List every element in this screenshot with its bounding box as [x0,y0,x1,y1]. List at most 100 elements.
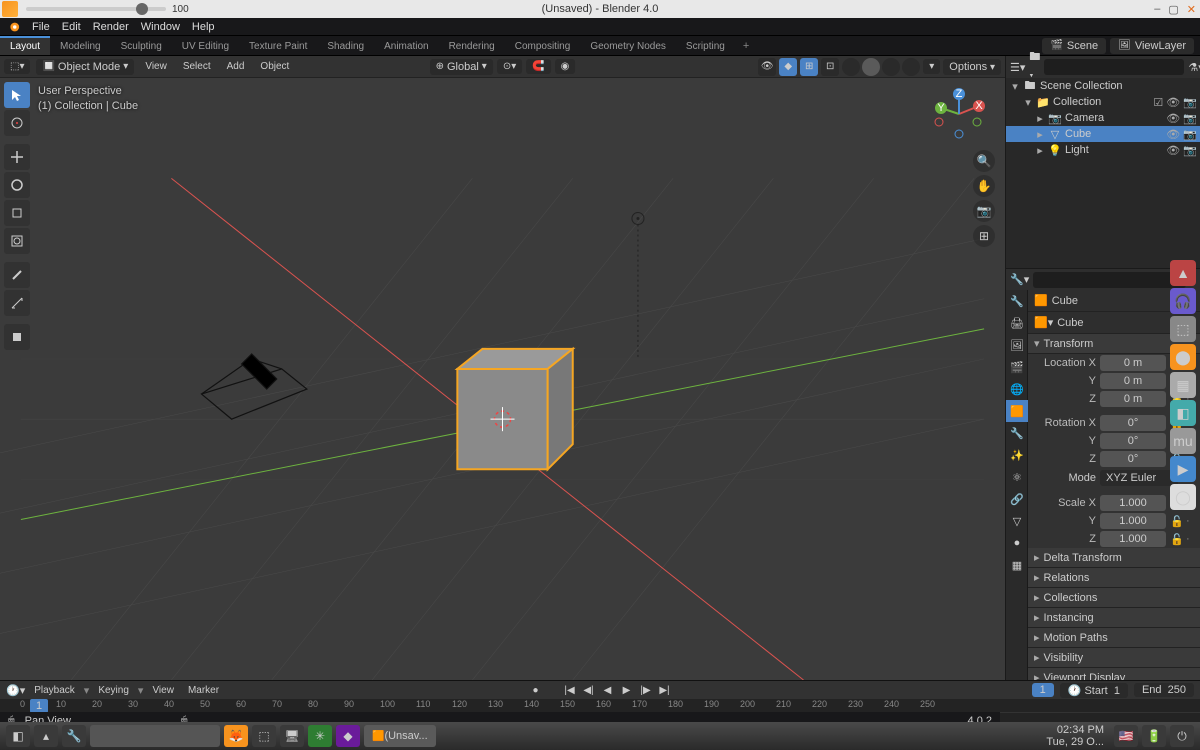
outliner-filter-icon[interactable]: ⚗▾ [1188,59,1200,75]
taskbar-flag-icon[interactable]: 🇺🇸 [1114,725,1138,747]
workspace-tab-rendering[interactable]: Rendering [439,38,505,55]
editor-type-selector[interactable]: ⬚▾ [4,59,30,74]
scene-selector[interactable]: 🎬 Scene [1042,38,1106,54]
rot-value-z[interactable]: 0° [1100,451,1166,467]
window-minimize-button[interactable]: – [1154,3,1160,16]
autokey-toggle[interactable]: ● [528,683,544,697]
workspace-tab-modeling[interactable]: Modeling [50,38,111,55]
dock-app-1[interactable]: ▲ [1170,260,1196,286]
tab-texture[interactable]: ▦ [1006,554,1028,576]
play-icon[interactable]: ▶ [619,683,635,697]
current-frame[interactable]: 1 [1032,683,1054,697]
outliner-search[interactable] [1044,59,1184,75]
timeline-menu-playback[interactable]: Playback [29,685,80,696]
workspace-tab-uv-editing[interactable]: UV Editing [172,38,239,55]
tool-cursor[interactable] [4,110,30,136]
shading-material[interactable] [882,58,900,76]
collection-toggles[interactable]: ☑ 👁 📷 [1150,96,1200,109]
viewport-canvas[interactable]: User Perspective (1) Collection | Cube X… [0,78,1005,680]
dock-app-5[interactable]: ▦ [1170,372,1196,398]
scale-value-x[interactable]: 1.000 [1100,495,1166,511]
outliner-editor-icon[interactable]: ☰▾ [1010,59,1025,75]
scale-value-y[interactable]: 1.000 [1100,513,1166,529]
taskbar-app3-icon[interactable]: ◆ [336,725,360,747]
dock-app-6[interactable]: ◧ [1170,400,1196,426]
add-workspace-button[interactable]: + [735,40,757,52]
nav-gizmo[interactable]: X Y Z [931,86,987,142]
proportional-edit-toggle[interactable]: ◉ [555,59,576,74]
window-close-button[interactable]: ✕ [1187,3,1196,16]
dock-blender-icon[interactable]: ⬤ [1170,344,1196,370]
properties-editor-icon[interactable]: 🔧▾ [1010,273,1029,286]
gizmo-toggle[interactable]: ◆ [779,58,797,76]
nav-zoom-icon[interactable]: 🔍 [973,150,995,172]
timeline-menu-view[interactable]: View [147,685,179,696]
workspace-tab-texture-paint[interactable]: Texture Paint [239,38,317,55]
panel-viewport-display[interactable]: ▸Viewport Display [1028,668,1200,680]
tab-render[interactable]: 🔧 [1006,290,1028,312]
taskbar-workspaces[interactable] [90,725,220,747]
workspace-tab-animation[interactable]: Animation [374,38,438,55]
taskbar-battery-icon[interactable]: 🔋 [1142,725,1166,747]
taskbar-clock[interactable]: 02:34 PM Tue, 29 O... [1046,724,1110,748]
taskbar-firefox-icon[interactable]: 🦊 [224,725,248,747]
tab-constraints[interactable]: 🔗 [1006,488,1028,510]
xray-toggle[interactable]: ⊡ [821,58,839,76]
viewlayer-selector[interactable]: 🖼 ViewLayer [1110,38,1194,54]
tab-material[interactable]: ● [1006,532,1028,554]
menu-render[interactable]: Render [87,21,135,33]
pivot-selector[interactable]: ⊙▾ [497,59,522,74]
loc-value-y[interactable]: 0 m [1100,373,1166,389]
taskbar-app-icon[interactable]: ⬚ [252,725,276,747]
jump-start-icon[interactable]: |◀ [562,683,578,697]
panel-visibility[interactable]: ▸Visibility [1028,648,1200,668]
timeline-menu-keying[interactable]: Keying [93,685,134,696]
tool-measure[interactable] [4,290,30,316]
panel-relations[interactable]: ▸Relations [1028,568,1200,588]
tab-viewlayer[interactable]: 🖼 [1006,334,1028,356]
tool-add-cube[interactable] [4,324,30,350]
outliner-item-light[interactable]: ▸💡Light👁 📷 [1006,142,1200,158]
outliner-collection[interactable]: ▾📁Collection☑ 👁 📷 [1006,94,1200,110]
tool-scale[interactable] [4,200,30,226]
workspace-tab-compositing[interactable]: Compositing [505,38,581,55]
nav-camera-icon[interactable]: 📷 [973,200,995,222]
snap-toggle[interactable]: 🧲 [526,59,550,74]
play-reverse-icon[interactable]: ◀ [600,683,616,697]
timeline-editor-icon[interactable]: 🕐▾ [6,684,25,697]
jump-end-icon[interactable]: ▶| [657,683,673,697]
panel-collections[interactable]: ▸Collections [1028,588,1200,608]
tab-particles[interactable]: ✨ [1006,444,1028,466]
workspace-tab-geometry-nodes[interactable]: Geometry Nodes [580,38,676,55]
lock-icon[interactable]: 🔓 [1170,515,1182,528]
workspace-tab-scripting[interactable]: Scripting [676,38,735,55]
dock-app-8[interactable]: ▶ [1170,456,1196,482]
tool-move[interactable] [4,144,30,170]
menu-window[interactable]: Window [135,21,186,33]
outliner-display-icon[interactable]: 🖿▾ [1029,59,1040,75]
loc-value-z[interactable]: 0 m [1100,391,1166,407]
taskbar-blender-window[interactable]: 🟧 (Unsav... [364,725,436,747]
taskbar-menu-icon[interactable]: ◧ [6,725,30,747]
nav-ortho-icon[interactable]: ⊞ [973,225,995,247]
taskbar-settings-icon[interactable]: 🔧 [62,725,86,747]
taskbar-power-icon[interactable]: ⏻ [1170,725,1194,747]
tool-transform[interactable] [4,228,30,254]
rot-value-y[interactable]: 0° [1100,433,1166,449]
workspace-tab-sculpting[interactable]: Sculpting [111,38,172,55]
tab-modifiers[interactable]: 🔧 [1006,422,1028,444]
taskbar-up-icon[interactable]: ▴ [34,725,58,747]
scale-value-z[interactable]: 1.000 [1100,531,1166,547]
keyframe-prev-icon[interactable]: ◀| [581,683,597,697]
taskbar-app2-icon[interactable]: ✳ [308,725,332,747]
orientation-selector[interactable]: ⊕ Global ▾ [430,59,493,75]
shading-options[interactable]: ▾ [923,59,940,74]
viewport-menu-object[interactable]: Object [255,61,294,72]
window-maximize-button[interactable]: ▢ [1168,3,1178,16]
viewport-menu-add[interactable]: Add [222,61,250,72]
rot-value-x[interactable]: 0° [1100,415,1166,431]
outliner-scene-collection[interactable]: ▾🖿Scene Collection [1006,78,1200,94]
tab-world[interactable]: 🌐 [1006,378,1028,400]
properties-search[interactable] [1033,272,1186,288]
tab-physics[interactable]: ⚛ [1006,466,1028,488]
